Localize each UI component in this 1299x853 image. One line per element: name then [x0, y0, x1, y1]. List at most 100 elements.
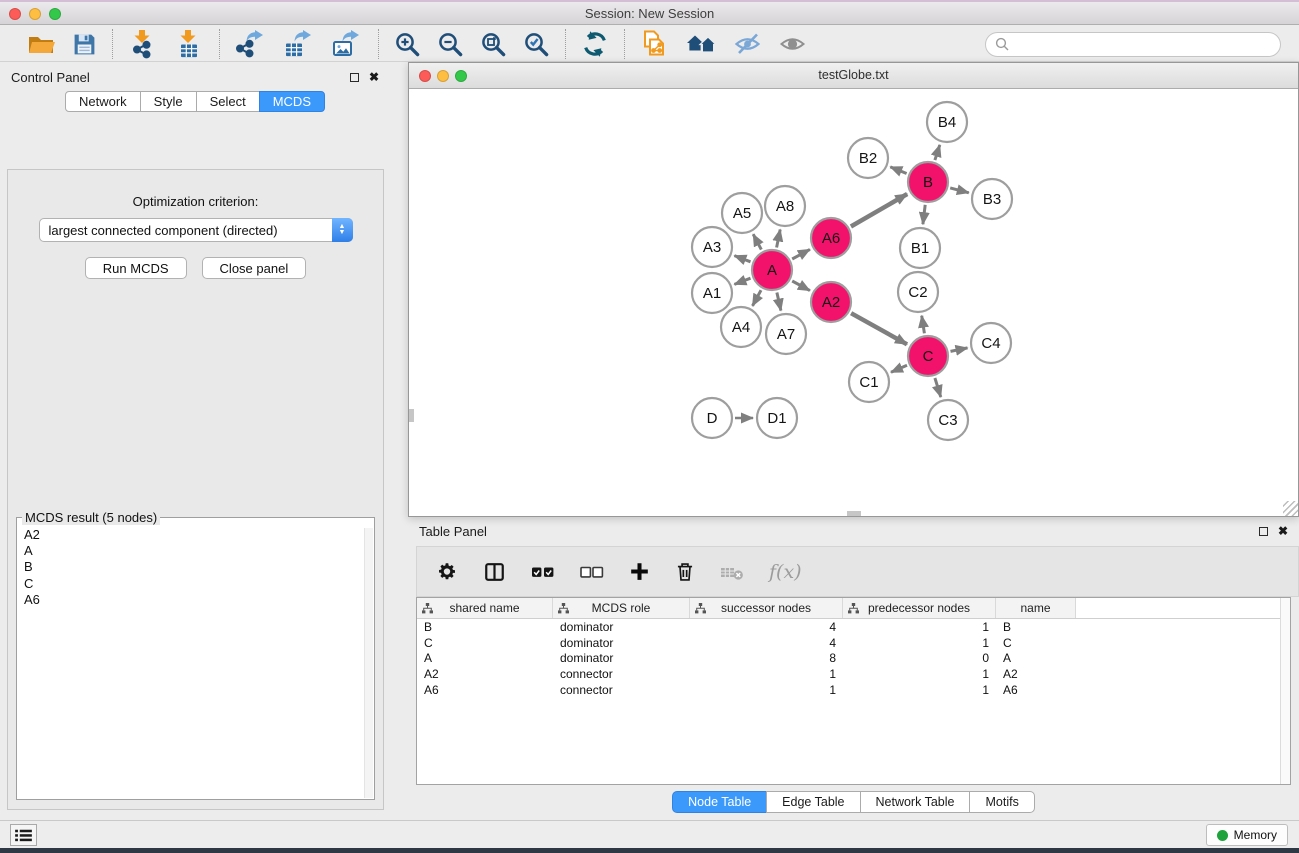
edge-A-A4[interactable]	[753, 290, 762, 306]
column-header-successor-nodes[interactable]: successor nodes	[690, 598, 843, 618]
network-canvas[interactable]: B4 B2 B B3 A5A8A6 A3 B1 A A1 C2 A2 A4A7 C4 C C1 C3 D D1	[410, 90, 1297, 515]
network-vertical-scrollthumb[interactable]	[409, 409, 414, 422]
column-header-name[interactable]: name	[996, 598, 1076, 618]
zoom-in-button[interactable]	[393, 30, 422, 59]
network-maximize-button[interactable]	[455, 70, 467, 82]
run-mcds-button[interactable]: Run MCDS	[85, 257, 187, 279]
node-B4[interactable]: B4	[927, 102, 967, 142]
float-table-panel-icon[interactable]	[1259, 527, 1268, 536]
delete-column-button[interactable]	[675, 561, 695, 583]
maximize-window-button[interactable]	[49, 8, 61, 20]
edge-B-B4[interactable]	[935, 145, 940, 160]
node-B1[interactable]: B1	[900, 228, 940, 268]
edge-A2-C[interactable]	[851, 313, 907, 344]
close-window-button[interactable]	[9, 8, 21, 20]
deselect-all-button[interactable]	[580, 563, 604, 581]
open-session-button[interactable]	[26, 31, 57, 58]
close-table-panel-icon[interactable]: ✖	[1278, 526, 1288, 536]
add-column-button[interactable]	[629, 561, 650, 582]
import-network-button[interactable]	[127, 28, 159, 60]
search-box[interactable]	[985, 32, 1281, 57]
tab-mcds[interactable]: MCDS	[259, 91, 325, 112]
export-network-button[interactable]	[234, 28, 268, 60]
task-history-button[interactable]	[10, 824, 37, 846]
node-A8[interactable]: A8	[765, 186, 805, 226]
tab-motifs[interactable]: Motifs	[969, 791, 1034, 813]
first-neighbors-button[interactable]	[685, 30, 718, 58]
network-resize-grip[interactable]	[1283, 501, 1298, 516]
zoom-out-button[interactable]	[436, 30, 465, 59]
export-table-button[interactable]	[282, 28, 316, 60]
tab-select[interactable]: Select	[196, 91, 260, 112]
edge-A-A2[interactable]	[792, 281, 810, 291]
close-panel-icon[interactable]: ✖	[369, 72, 379, 82]
node-B3[interactable]: B3	[972, 179, 1012, 219]
network-close-button[interactable]	[419, 70, 431, 82]
tab-node-table[interactable]: Node Table	[672, 791, 767, 813]
node-C3[interactable]: C3	[928, 400, 968, 440]
table-row[interactable]: A2connector11A2	[417, 666, 1290, 682]
column-header-shared-name[interactable]: shared name	[417, 598, 553, 618]
tab-edge-table[interactable]: Edge Table	[766, 791, 860, 813]
split-panel-button[interactable]	[483, 561, 506, 583]
minimize-window-button[interactable]	[29, 8, 41, 20]
node-C4[interactable]: C4	[971, 323, 1011, 363]
edge-C-C4[interactable]	[951, 348, 968, 352]
node-A7[interactable]: A7	[766, 314, 806, 354]
hide-selected-button[interactable]	[732, 29, 763, 59]
node-B[interactable]: B	[908, 162, 948, 202]
node-A6[interactable]: A6	[811, 218, 851, 258]
zoom-selected-button[interactable]	[522, 30, 551, 59]
network-horizontal-scrollthumb[interactable]	[847, 511, 861, 516]
tab-style[interactable]: Style	[140, 91, 197, 112]
edge-C-C3[interactable]	[935, 378, 941, 397]
node-D[interactable]: D	[692, 398, 732, 438]
node-A[interactable]: A	[752, 250, 792, 290]
new-network-from-selection-button[interactable]	[639, 28, 671, 60]
table-scrollbar[interactable]	[1280, 598, 1290, 784]
result-scrollbar[interactable]	[364, 528, 373, 798]
table-row[interactable]: Bdominator41B	[417, 619, 1290, 635]
show-all-button[interactable]	[777, 29, 808, 59]
tab-network-table[interactable]: Network Table	[860, 791, 971, 813]
node-A2[interactable]: A2	[811, 282, 851, 322]
edge-C-C2[interactable]	[922, 316, 925, 334]
column-header-MCDS-role[interactable]: MCDS role	[553, 598, 690, 618]
save-session-button[interactable]	[71, 31, 98, 58]
node-A4[interactable]: A4	[721, 307, 761, 347]
optimization-criterion-select[interactable]: largest connected component (directed) ▲…	[39, 218, 353, 242]
node-A5[interactable]: A5	[722, 193, 762, 233]
node-D1[interactable]: D1	[757, 398, 797, 438]
node-C2[interactable]: C2	[898, 272, 938, 312]
refresh-button[interactable]	[580, 29, 610, 59]
node-A3[interactable]: A3	[692, 227, 732, 267]
edge-B-B3[interactable]	[950, 188, 969, 193]
memory-button[interactable]: Memory	[1206, 824, 1288, 846]
zoom-fit-button[interactable]	[479, 30, 508, 59]
export-image-button[interactable]	[330, 28, 364, 60]
table-row[interactable]: Cdominator41C	[417, 635, 1290, 651]
edge-B-B2[interactable]	[890, 167, 906, 174]
edge-A-A5[interactable]	[753, 234, 761, 249]
table-row[interactable]: Adominator80A	[417, 651, 1290, 667]
node-C[interactable]: C	[908, 336, 948, 376]
close-panel-button[interactable]: Close panel	[202, 257, 307, 279]
gear-button[interactable]	[436, 561, 458, 583]
node-B2[interactable]: B2	[848, 138, 888, 178]
edge-A-A7[interactable]	[777, 293, 781, 311]
edge-A-A8[interactable]	[777, 230, 781, 248]
node-A1[interactable]: A1	[692, 273, 732, 313]
edge-A-A6[interactable]	[792, 249, 810, 259]
edge-A-A1[interactable]	[734, 278, 750, 284]
node-C1[interactable]: C1	[849, 362, 889, 402]
select-all-button[interactable]	[531, 563, 555, 581]
search-input[interactable]	[1015, 37, 1271, 52]
edge-A6-B[interactable]	[851, 194, 907, 227]
network-minimize-button[interactable]	[437, 70, 449, 82]
network-window-titlebar[interactable]: testGlobe.txt	[409, 63, 1298, 89]
float-panel-icon[interactable]	[350, 73, 359, 82]
edge-B-B1[interactable]	[923, 205, 925, 224]
table-row[interactable]: A6connector11A6	[417, 682, 1290, 698]
column-header-predecessor-nodes[interactable]: predecessor nodes	[843, 598, 996, 618]
tab-network[interactable]: Network	[65, 91, 141, 112]
